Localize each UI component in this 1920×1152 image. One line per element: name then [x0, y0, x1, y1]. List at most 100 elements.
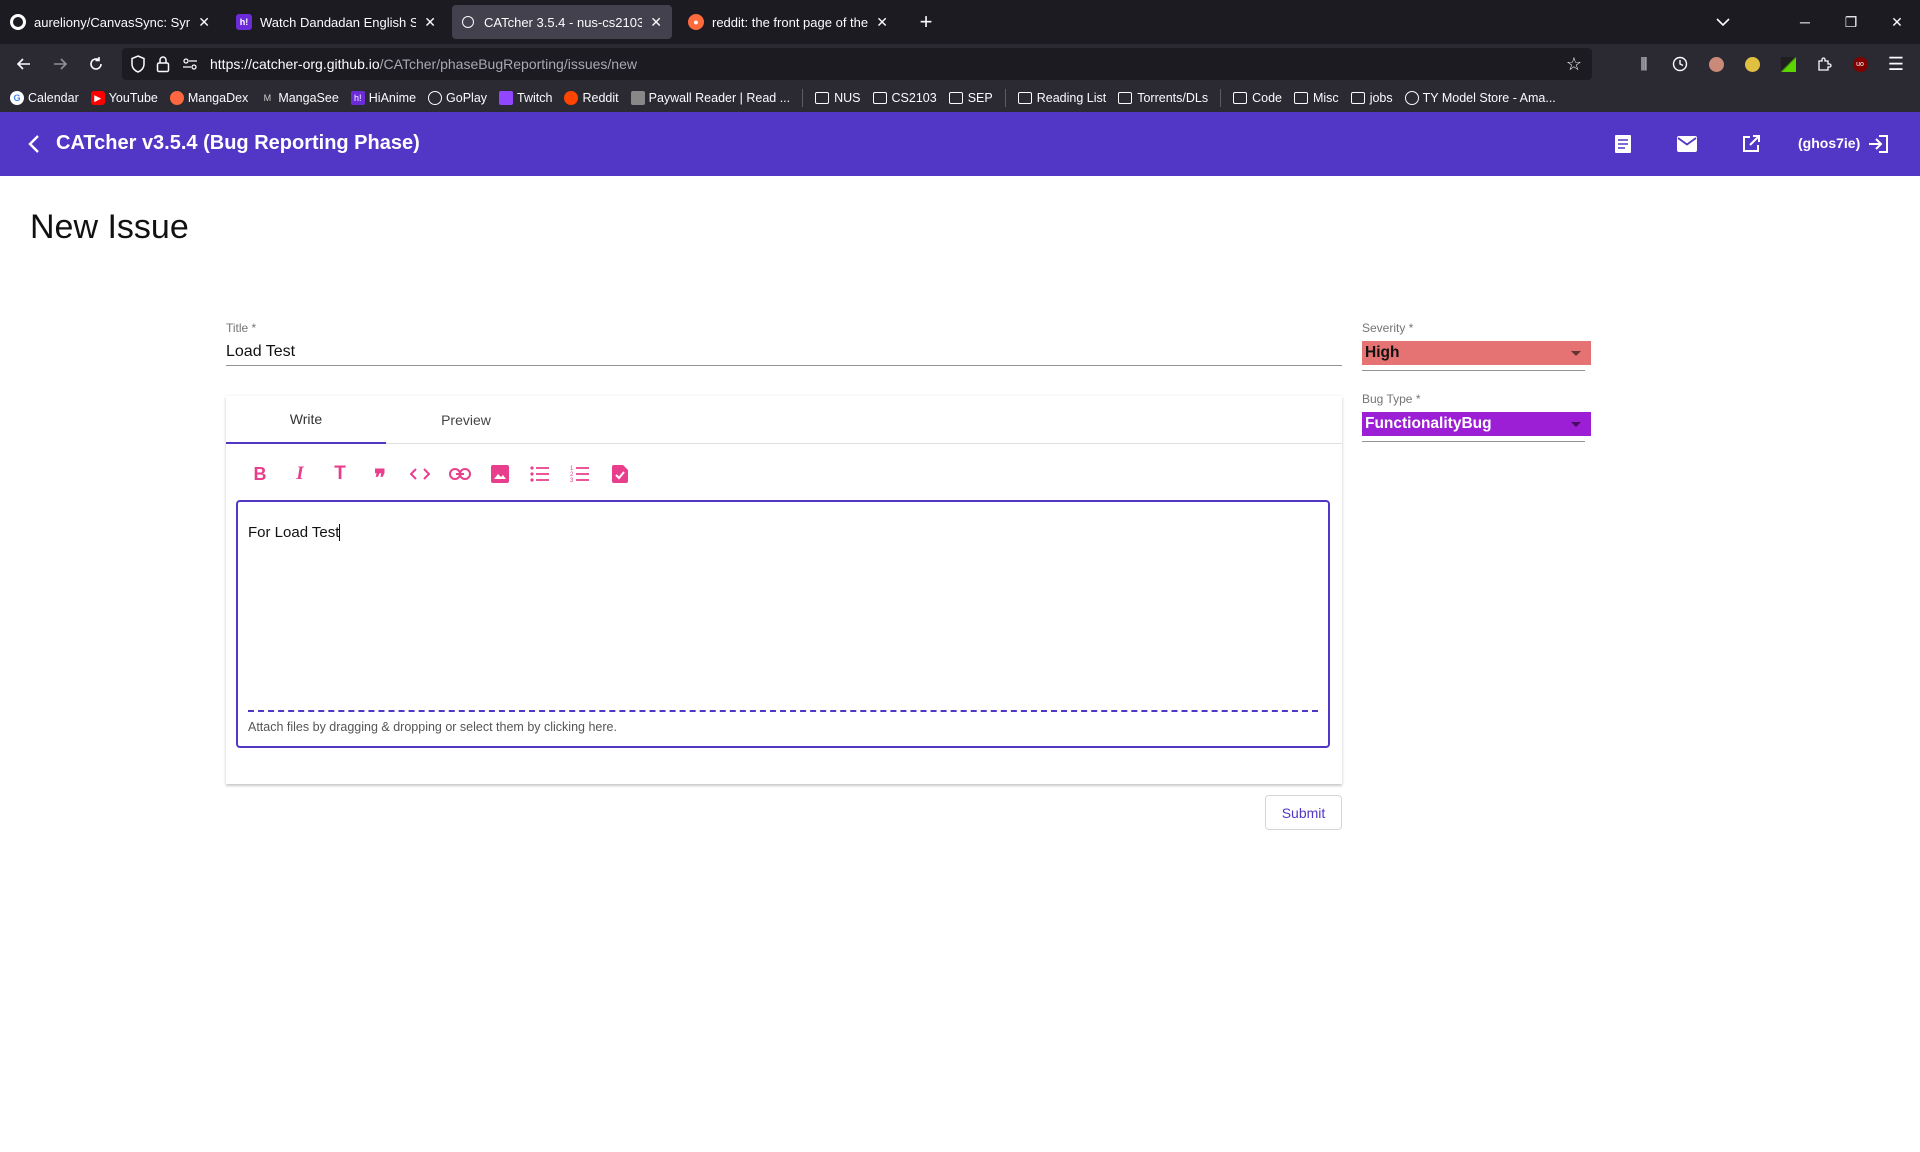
code-icon[interactable]: [400, 458, 440, 490]
task-list-icon[interactable]: [600, 458, 640, 490]
url-text[interactable]: https://catcher-org.github.io/CATcher/ph…: [210, 56, 637, 72]
close-icon[interactable]: ✕: [876, 14, 888, 31]
bookmark-folder[interactable]: CS2103: [872, 91, 937, 105]
extension-icon[interactable]: [1774, 50, 1802, 78]
bookmark-item[interactable]: M MangaSee: [260, 91, 339, 105]
folder-icon: [948, 92, 963, 104]
minimize-icon[interactable]: ─: [1782, 0, 1828, 44]
bookmark-item[interactable]: ▶ YouTube: [90, 91, 158, 105]
dropdown-arrow-icon: [1571, 422, 1581, 427]
library-icon[interactable]: ⫼: [1630, 50, 1658, 78]
description-value: For Load Test: [248, 524, 340, 541]
bookmark-label: MangaDex: [187, 91, 249, 105]
submit-button[interactable]: Submit: [1265, 795, 1342, 830]
bookmark-folder[interactable]: jobs: [1350, 91, 1393, 105]
bookmark-label: Reddit: [582, 91, 619, 105]
title-input[interactable]: [226, 338, 1342, 366]
menu-icon[interactable]: ☰: [1882, 50, 1910, 78]
browser-tab[interactable]: h! Watch Dandadan English Sub/D ✕: [226, 5, 446, 39]
bookmark-separator: [1004, 89, 1006, 107]
italic-icon[interactable]: I: [280, 458, 320, 490]
numbered-list-icon[interactable]: 123: [560, 458, 600, 490]
severity-select[interactable]: High: [1362, 341, 1591, 365]
ublock-icon[interactable]: uo: [1846, 50, 1874, 78]
folder-icon: [1017, 92, 1032, 104]
description-editor: Write Preview B I T ❞ 123 For Load Test …: [226, 396, 1342, 784]
shield-icon[interactable]: [130, 55, 146, 78]
app-toolbar: CATcher v3.5.4 (Bug Reporting Phase) (gh…: [0, 112, 1920, 176]
image-icon[interactable]: [480, 458, 520, 490]
bookmarks-bar: G Calendar ▶ YouTube MangaDex M MangaSee h!…: [0, 84, 1920, 112]
description-textarea[interactable]: For Load Test Attach files by dragging &…: [236, 500, 1330, 748]
bug-type-label: Bug Type *: [1362, 392, 1421, 406]
app-title: CATcher v3.5.4 (Bug Reporting Phase): [56, 132, 420, 154]
tab-title: Watch Dandadan English Sub/D: [260, 14, 417, 30]
list-all-tabs-icon[interactable]: [1700, 0, 1746, 44]
tab-title: CATcher 3.5.4 - nus-cs2103-AY2: [484, 14, 643, 30]
tab-preview[interactable]: Preview: [386, 396, 546, 444]
bookmark-label: Misc: [1312, 91, 1339, 105]
quote-icon[interactable]: ❞: [360, 458, 400, 490]
severity-underline: [1362, 370, 1585, 371]
heading-icon[interactable]: T: [320, 458, 360, 490]
bookmark-item[interactable]: GoPlay: [428, 91, 487, 105]
close-icon[interactable]: ✕: [650, 14, 662, 31]
back-chevron-icon[interactable]: [20, 130, 48, 158]
link-icon[interactable]: [440, 458, 480, 490]
bookmark-item[interactable]: Twitch: [499, 91, 552, 105]
extension-icon[interactable]: [1702, 50, 1730, 78]
bookmark-item[interactable]: Reddit: [564, 91, 619, 105]
bookmark-folder[interactable]: SEP: [948, 91, 993, 105]
bookmark-label: HiAnime: [368, 91, 417, 105]
document-list-icon[interactable]: [1609, 130, 1637, 158]
globe-icon: [1404, 91, 1419, 105]
mail-icon[interactable]: [1673, 130, 1701, 158]
bulleted-list-icon[interactable]: [520, 458, 560, 490]
browser-tab[interactable]: aureliony/CanvasSync: Synchro ✕: [0, 5, 220, 39]
text-caret: [339, 524, 341, 541]
window-close-icon[interactable]: ✕: [1874, 0, 1920, 44]
bookmark-folder[interactable]: NUS: [815, 91, 861, 105]
permissions-icon[interactable]: [182, 56, 198, 77]
bookmark-item[interactable]: TY Model Store - Ama...: [1404, 91, 1556, 105]
browser-tab[interactable]: ● reddit: the front page of the int ✕: [678, 5, 898, 39]
restore-icon[interactable]: ❐: [1828, 0, 1874, 44]
bookmark-item[interactable]: G Calendar: [10, 91, 79, 105]
hianime-icon: h!: [350, 91, 365, 105]
folder-icon: [815, 92, 830, 104]
bold-icon[interactable]: B: [240, 458, 280, 490]
bookmark-item[interactable]: Paywall Reader | Read ...: [630, 91, 791, 105]
bookmark-item[interactable]: h! HiAnime: [350, 91, 417, 105]
back-arrow-icon[interactable]: [10, 50, 38, 78]
svg-text:3: 3: [570, 478, 574, 483]
dropdown-arrow-icon: [1571, 351, 1581, 356]
browser-tab-active[interactable]: CATcher 3.5.4 - nus-cs2103-AY2 ✕: [452, 5, 672, 39]
reload-icon[interactable]: [82, 50, 110, 78]
bookmark-folder[interactable]: Reading List: [1017, 91, 1106, 105]
bookmark-folder[interactable]: Code: [1233, 91, 1282, 105]
history-icon[interactable]: [1666, 50, 1694, 78]
logout-icon[interactable]: [1864, 130, 1892, 158]
attach-files-hint[interactable]: Attach files by dragging & dropping or s…: [248, 720, 617, 734]
bug-type-underline: [1362, 441, 1585, 442]
severity-value: High: [1365, 344, 1400, 361]
url-bar[interactable]: https://catcher-org.github.io/CATcher/ph…: [122, 48, 1592, 80]
tab-write[interactable]: Write: [226, 396, 386, 444]
bug-type-select[interactable]: FunctionalityBug: [1362, 412, 1591, 436]
description-text[interactable]: For Load Test: [248, 524, 341, 541]
forward-arrow-icon[interactable]: [46, 50, 74, 78]
bookmark-folder[interactable]: Torrents/DLs: [1118, 91, 1208, 105]
close-icon[interactable]: ✕: [198, 14, 210, 31]
bookmark-folder[interactable]: Misc: [1293, 91, 1339, 105]
bookmark-star-icon[interactable]: ☆: [1566, 54, 1582, 75]
extensions-puzzle-icon[interactable]: [1810, 50, 1838, 78]
open-external-icon[interactable]: [1737, 130, 1765, 158]
close-icon[interactable]: ✕: [424, 14, 436, 31]
bookmark-label: Paywall Reader | Read ...: [648, 91, 791, 105]
page-title: New Issue: [30, 208, 189, 246]
lock-icon[interactable]: [156, 55, 170, 78]
new-tab-button[interactable]: +: [912, 8, 940, 36]
bookmark-item[interactable]: MangaDex: [169, 91, 249, 105]
extension-icon[interactable]: [1738, 50, 1766, 78]
bookmark-separator: [802, 89, 804, 107]
